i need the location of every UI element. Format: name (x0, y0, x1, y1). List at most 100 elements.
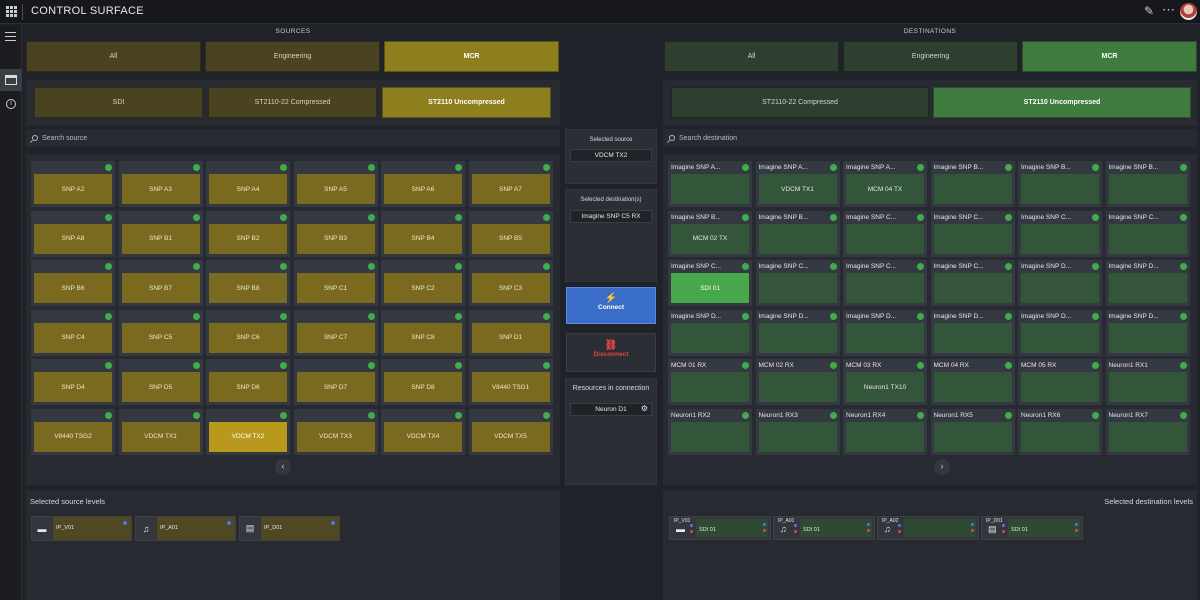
gear-icon[interactable]: ⚙ (641, 404, 648, 413)
avatar[interactable] (1180, 3, 1197, 20)
source-tile[interactable]: SNP B2 (206, 210, 290, 257)
info-icon[interactable]: i (6, 99, 16, 109)
destination-level[interactable]: IP_D01 ▤ SDI 01 (981, 516, 1083, 540)
destination-tile[interactable]: Imagine SNP C... (1018, 210, 1102, 257)
destination-tile[interactable]: Imagine SNP A... MCM 04 TX (843, 161, 927, 207)
source-tile[interactable]: SNP A8 (31, 210, 115, 257)
destination-tile[interactable]: Imagine SNP C... (843, 210, 927, 257)
destination-tile[interactable]: Neuron1 RX5 (930, 408, 1015, 455)
destination-tile[interactable]: Imagine SNP C... (843, 260, 927, 306)
source-tile[interactable]: SNP C7 (293, 309, 378, 356)
type-st2110-22-compressed[interactable]: ST2110-22 Compressed (671, 87, 929, 118)
source-level[interactable]: ▬ IP_V01 (31, 516, 132, 541)
source-tile[interactable]: V8440 TSG1 (468, 359, 553, 405)
more-icon[interactable]: ⋯ (1162, 2, 1175, 18)
type-st2110-uncompressed[interactable]: ST2110 Uncompressed (382, 87, 551, 118)
pencil-icon[interactable]: ✎ (1144, 4, 1154, 18)
destination-tile[interactable]: Imagine SNP C... (930, 260, 1015, 306)
destination-tile[interactable]: MCM 03 RX Neuron1 TX10 (843, 359, 927, 405)
control-surface-icon[interactable] (0, 69, 22, 91)
source-tile[interactable]: SNP D7 (293, 359, 378, 405)
source-tile[interactable]: SNP B5 (468, 210, 553, 257)
destination-tile[interactable]: Imagine SNP C... SDI 01 (668, 260, 752, 306)
destination-tile[interactable]: Neuron1 RX4 (843, 408, 927, 455)
source-tile[interactable]: SNP B1 (118, 210, 203, 257)
destination-tile[interactable]: Imagine SNP D... (1018, 309, 1102, 356)
destination-tile[interactable]: Imagine SNP C... (1105, 210, 1190, 257)
destination-tile[interactable]: MCM 05 RX (1018, 359, 1102, 405)
source-tile[interactable]: SNP B6 (31, 260, 115, 306)
source-level[interactable]: ▤ IP_D01 (239, 516, 340, 541)
type-st2110-uncompressed[interactable]: ST2110 Uncompressed (933, 87, 1191, 118)
destination-tile[interactable]: Imagine SNP A... VDCM TX1 (755, 161, 840, 207)
source-tile[interactable]: VDCM TX3 (293, 408, 378, 455)
next-page-button[interactable]: › (934, 459, 950, 475)
destination-tile[interactable]: Imagine SNP B... (1105, 161, 1190, 207)
source-tile[interactable]: SNP B3 (293, 210, 378, 257)
destination-tile[interactable]: Imagine SNP B... (930, 161, 1015, 207)
connect-button[interactable]: ⚡ Connect (566, 287, 656, 324)
source-tile[interactable]: SNP B7 (118, 260, 203, 306)
source-tile[interactable]: VDCM TX1 (118, 408, 203, 455)
destination-tile[interactable]: MCM 04 RX (930, 359, 1015, 405)
search-source-input[interactable]: Search source (26, 129, 560, 147)
source-level[interactable]: ♫ IP_A01 (135, 516, 236, 541)
source-tile[interactable]: VDCM TX4 (381, 408, 465, 455)
destination-tile[interactable]: Neuron1 RX2 (668, 408, 752, 455)
menu-icon[interactable] (5, 32, 16, 44)
destination-tile[interactable]: Imagine SNP B... MCM 02 TX (668, 210, 752, 257)
destination-tile[interactable]: MCM 01 RX (668, 359, 752, 405)
source-tile[interactable]: SNP D5 (118, 359, 203, 405)
destination-tile[interactable]: Imagine SNP D... (668, 309, 752, 356)
apps-grid-icon[interactable] (6, 6, 17, 17)
destination-tile[interactable]: Imagine SNP D... (930, 309, 1015, 356)
filter-all[interactable]: All (26, 41, 201, 72)
destination-tile[interactable]: MCM 02 RX (755, 359, 840, 405)
destination-tile[interactable]: Imagine SNP B... (755, 210, 840, 257)
destination-tile[interactable]: Imagine SNP C... (755, 260, 840, 306)
source-tile[interactable]: SNP A6 (381, 161, 465, 207)
disconnect-button[interactable]: ⛓ Disconnect (566, 333, 656, 372)
destination-tile[interactable]: Imagine SNP D... (1105, 260, 1190, 306)
destination-tile[interactable]: Imagine SNP B... (1018, 161, 1102, 207)
source-tile[interactable]: SNP D4 (31, 359, 115, 405)
source-tile[interactable]: V8440 TSG2 (31, 408, 115, 455)
search-destination-input[interactable]: Search destination (663, 129, 1197, 147)
source-tile[interactable]: SNP C8 (381, 309, 465, 356)
source-tile[interactable]: SNP C3 (468, 260, 553, 306)
source-tile[interactable]: SNP A4 (206, 161, 290, 207)
type-st2110-22-compressed[interactable]: ST2110-22 Compressed (208, 87, 377, 118)
source-tile[interactable]: SNP B4 (381, 210, 465, 257)
source-tile[interactable]: VDCM TX2 (206, 408, 290, 455)
filter-mcr[interactable]: MCR (384, 41, 559, 72)
source-tile[interactable]: SNP D8 (381, 359, 465, 405)
destination-tile[interactable]: Neuron1 RX1 (1105, 359, 1190, 405)
source-tile[interactable]: SNP B8 (206, 260, 290, 306)
destination-level[interactable]: IP_A01 ♫ SDI 01 (773, 516, 875, 540)
destination-tile[interactable]: Imagine SNP D... (1018, 260, 1102, 306)
source-tile[interactable]: SNP A2 (31, 161, 115, 207)
source-tile[interactable]: SNP C2 (381, 260, 465, 306)
source-tile[interactable]: SNP C5 (118, 309, 203, 356)
prev-page-button[interactable]: ‹ (275, 459, 291, 475)
destination-level[interactable]: IP_V01 ▬ SDI 01 (669, 516, 771, 540)
source-tile[interactable]: SNP D6 (206, 359, 290, 405)
source-tile[interactable]: SNP C6 (206, 309, 290, 356)
filter-engineering[interactable]: Engineering (205, 41, 380, 72)
source-tile[interactable]: SNP A3 (118, 161, 203, 207)
destination-tile[interactable]: Neuron1 RX3 (755, 408, 840, 455)
destination-level[interactable]: IP_A02 ♫ (877, 516, 979, 540)
source-tile[interactable]: SNP C4 (31, 309, 115, 356)
destination-tile[interactable]: Imagine SNP D... (1105, 309, 1190, 356)
type-sdi[interactable]: SDI (34, 87, 203, 118)
source-tile[interactable]: SNP A7 (468, 161, 553, 207)
source-tile[interactable]: SNP D1 (468, 309, 553, 356)
destination-tile[interactable]: Imagine SNP D... (843, 309, 927, 356)
destination-tile[interactable]: Neuron1 RX6 (1018, 408, 1102, 455)
source-tile[interactable]: SNP C1 (293, 260, 378, 306)
filter-all[interactable]: All (664, 41, 839, 72)
source-tile[interactable]: SNP A5 (293, 161, 378, 207)
destination-tile[interactable]: Neuron1 RX7 (1105, 408, 1190, 455)
filter-engineering[interactable]: Engineering (843, 41, 1018, 72)
source-tile[interactable]: VDCM TX5 (468, 408, 553, 455)
